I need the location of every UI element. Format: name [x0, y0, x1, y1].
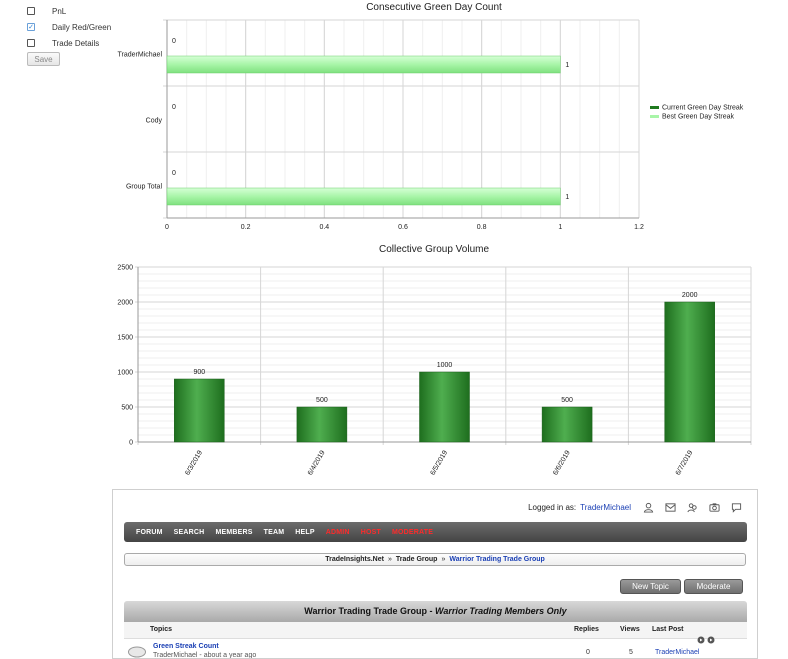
category-label: Group Total	[126, 183, 163, 190]
breadcrumb-current[interactable]: Warrior Trading Trade Group	[449, 556, 544, 563]
legend-label: Current Green Day Streak	[662, 105, 744, 112]
nav-search[interactable]: SEARCH	[174, 529, 205, 536]
topics-column-header: Topics Replies Views Last Post	[124, 622, 747, 639]
y-tick-label: 1000	[117, 370, 133, 377]
volume-bar	[541, 406, 593, 443]
group-title-separator: -	[426, 606, 435, 616]
breadcrumb: TradeInsights.Net» Trade Group» Warrior Tr…	[124, 553, 746, 566]
volume-bar	[419, 371, 470, 443]
y-tick-label: 2500	[117, 265, 133, 272]
forum-navbar: FORUM SEARCH MEMBERS TEAM HELP ADMIN HOS…	[124, 522, 747, 542]
x-tick-label: 6/7/2019	[675, 449, 695, 476]
forum-panel: Logged in as: TraderMichael FORUM SEARCH …	[112, 489, 758, 659]
users-icon[interactable]	[687, 502, 698, 513]
moderate-button[interactable]: Moderate	[684, 579, 743, 594]
breadcrumb-separator: »	[441, 556, 446, 563]
y-tick-label: 2000	[117, 300, 133, 307]
best-streak-bar	[166, 187, 561, 206]
x-tick-label: 6/5/2019	[430, 449, 450, 476]
bar-value-label: 1000	[437, 362, 453, 369]
column-last-post: Last Post	[652, 626, 684, 633]
current-streak-label: 0	[172, 38, 176, 45]
x-tick-label: 0.4	[319, 224, 329, 231]
category-label: TraderMichael	[118, 51, 163, 58]
topic-title[interactable]: Green Streak Count	[153, 643, 219, 650]
chat-icon[interactable]	[731, 502, 742, 513]
volume-bar	[664, 301, 715, 443]
chart-title: Consecutive Green Day Count	[366, 2, 502, 13]
camera-icon[interactable]	[709, 502, 720, 513]
logged-in-label: Logged in as:	[528, 503, 577, 512]
group-subtitle: Warrior Trading Members Only	[434, 606, 567, 616]
column-replies: Replies	[574, 626, 599, 633]
legend-swatch	[650, 115, 659, 118]
x-tick-label: 0.2	[241, 224, 251, 231]
best-streak-label: 1	[565, 62, 569, 69]
current-streak-label: 0	[172, 170, 176, 177]
column-topics: Topics	[150, 626, 173, 633]
column-views: Views	[620, 626, 640, 633]
breadcrumb-trade-group[interactable]: Trade Group	[396, 556, 438, 563]
x-tick-label: 0.6	[398, 224, 408, 231]
x-tick-label: 0	[165, 224, 169, 231]
best-streak-bar	[166, 55, 561, 74]
bar-value-label: 500	[561, 397, 573, 404]
x-tick-label: 6/4/2019	[307, 449, 327, 476]
new-topic-button[interactable]: New Topic	[620, 579, 681, 594]
y-tick-label: 500	[121, 405, 133, 412]
breadcrumb-separator: »	[387, 556, 392, 563]
x-tick-label: 0.8	[477, 224, 487, 231]
nav-members[interactable]: MEMBERS	[215, 529, 252, 536]
nav-moderate[interactable]: MODERATE	[392, 529, 433, 536]
bar-value-label: 500	[316, 397, 328, 404]
topic-meta: TraderMichael - about a year ago	[153, 652, 257, 659]
nav-host[interactable]: HOST	[361, 529, 381, 536]
bar-value-label: 2000	[682, 292, 698, 299]
nav-admin[interactable]: ADMIN	[326, 529, 350, 536]
current-streak-label: 0	[172, 104, 176, 111]
x-tick-label: 1.2	[634, 224, 644, 231]
username-link[interactable]: TraderMichael	[580, 503, 631, 512]
group-title: Warrior Trading Trade Group	[304, 606, 427, 616]
x-tick-label: 6/3/2019	[184, 449, 204, 476]
user-icon[interactable]	[643, 502, 654, 513]
best-streak-label: 1	[565, 194, 569, 201]
group-header: Warrior Trading Trade Group - Warrior Tr…	[124, 601, 747, 622]
volume-bar	[296, 406, 348, 443]
category-label: Cody	[146, 117, 163, 124]
legend-swatch	[650, 106, 659, 109]
chart-title: Collective Group Volume	[378, 244, 490, 255]
x-tick-label: 1	[558, 224, 562, 231]
group-volume-chart: 0 500 1000 1500 2000 2500 900 6/3/2019 500 6/4/20…	[117, 265, 752, 477]
topic-row[interactable]: Green Streak Count TraderMichael - about…	[124, 636, 747, 659]
logged-in-info: Logged in as: TraderMichael	[528, 503, 631, 512]
last-post-arrows-icon[interactable]	[697, 635, 719, 645]
y-tick-label: 0	[129, 440, 133, 447]
mail-icon[interactable]	[665, 502, 676, 513]
nav-team[interactable]: TEAM	[264, 529, 285, 536]
x-tick-label: 6/6/2019	[552, 449, 572, 476]
y-tick-label: 1500	[117, 335, 133, 342]
legend-label: Best Green Day Streak	[662, 114, 734, 121]
nav-forum[interactable]: FORUM	[136, 529, 163, 536]
bar-value-label: 900	[193, 369, 205, 376]
nav-help[interactable]: HELP	[295, 529, 314, 536]
green-day-count-chart: 0 0.2 0.4 0.6 0.8 1 1.2 TraderMichael 0 1 Cody 0 Gro…	[118, 19, 744, 231]
breadcrumb-home[interactable]: TradeInsights.Net	[325, 556, 384, 563]
topic-bubble-icon	[128, 646, 146, 658]
volume-bar	[174, 378, 225, 443]
